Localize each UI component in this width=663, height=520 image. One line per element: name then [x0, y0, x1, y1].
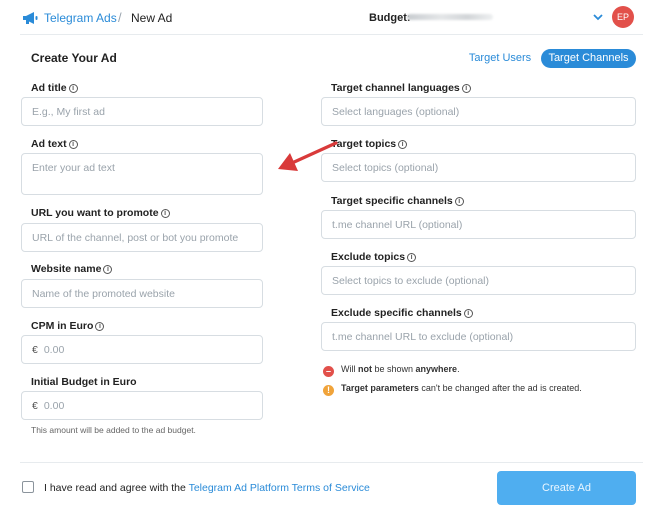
specific-channels-label: Target specific channels i [331, 195, 464, 207]
params-warning-note: ! Target parameters can't be changed afte… [323, 383, 582, 396]
cpm-input[interactable]: €0.00 [21, 335, 263, 364]
exclude-topics-label-text: Exclude topics [331, 251, 406, 263]
url-label: URL you want to promote i [31, 207, 170, 219]
chevron-down-icon[interactable] [592, 12, 604, 22]
terms-checkbox[interactable] [22, 481, 34, 493]
info-icon: i [454, 197, 464, 206]
ad-title-input[interactable]: E.g., My first ad [21, 97, 263, 126]
breadcrumb-current: New Ad [131, 11, 173, 25]
languages-select[interactable]: Select languages (optional) [321, 97, 636, 126]
info-icon: i [68, 84, 78, 93]
website-name-input[interactable]: Name of the promoted website [21, 279, 263, 308]
note-bold: not [358, 364, 372, 374]
terms-agreement: I have read and agree with the Telegram … [44, 482, 370, 494]
header-divider [20, 34, 643, 35]
website-name-label-text: Website name [31, 263, 102, 275]
exclude-channels-input[interactable]: t.me channel URL to exclude (optional) [321, 322, 636, 351]
exclude-channels-label-text: Exclude specific channels [331, 307, 462, 319]
footer-divider [20, 462, 643, 463]
info-icon: i [68, 140, 78, 149]
info-icon: i [398, 140, 408, 149]
specific-channels-input[interactable]: t.me channel URL (optional) [321, 210, 636, 239]
info-icon: i [95, 322, 105, 331]
info-icon: i [463, 309, 473, 318]
brand-link[interactable]: Telegram Ads [44, 11, 117, 25]
create-ad-button[interactable]: Create Ad [497, 471, 636, 505]
note-text: . [457, 364, 460, 374]
ad-text-placeholder: Enter your ad text [32, 162, 115, 174]
initial-budget-input[interactable]: €0.00 [21, 391, 263, 420]
specific-channels-label-text: Target specific channels [331, 195, 453, 207]
url-input[interactable]: URL of the channel, post or bot you prom… [21, 223, 263, 252]
url-placeholder: URL of the channel, post or bot you prom… [32, 232, 239, 244]
ad-title-label-text: Ad title [31, 82, 67, 94]
languages-label-text: Target channel languages [331, 82, 460, 94]
breadcrumb-separator: / [118, 10, 122, 25]
exclude-channels-label: Exclude specific channels i [331, 307, 473, 319]
topics-placeholder: Select topics (optional) [332, 162, 439, 174]
exclude-topics-select[interactable]: Select topics to exclude (optional) [321, 266, 636, 295]
cpm-placeholder: 0.00 [43, 344, 65, 356]
exclude-channels-placeholder: t.me channel URL to exclude (optional) [332, 331, 514, 343]
minus-circle-icon: – [323, 366, 334, 377]
cpm-label-text: CPM in Euro [31, 320, 94, 332]
top-bar: Telegram Ads / New Ad Budget: EP [0, 0, 663, 34]
languages-placeholder: Select languages (optional) [332, 106, 460, 118]
target-users-button[interactable]: Target Users [466, 50, 534, 67]
avatar[interactable]: EP [612, 6, 634, 28]
info-icon: i [103, 265, 113, 274]
annotation-arrow-icon [278, 141, 338, 171]
ad-text-label-text: Ad text [31, 138, 67, 150]
cpm-label: CPM in Euro i [31, 320, 105, 332]
topics-select[interactable]: Select topics (optional) [321, 153, 636, 182]
euro-prefix: € [32, 400, 38, 412]
initial-budget-label: Initial Budget in Euro [31, 376, 137, 388]
euro-prefix: € [32, 344, 38, 356]
note-bold: Target parameters [341, 383, 419, 393]
info-icon: i [407, 253, 417, 262]
topics-label: Target topics i [331, 138, 408, 150]
note-text: Will [341, 364, 358, 374]
languages-label: Target channel languages i [331, 82, 471, 94]
note-text: be shown [372, 364, 416, 374]
target-channels-button[interactable]: Target Channels [541, 49, 636, 68]
info-icon: i [160, 209, 170, 218]
website-name-placeholder: Name of the promoted website [32, 288, 175, 300]
ad-title-label: Ad title i [31, 82, 78, 94]
exclude-topics-placeholder: Select topics to exclude (optional) [332, 275, 490, 287]
website-name-label: Website name i [31, 263, 113, 275]
ad-text-textarea[interactable]: Enter your ad text [21, 153, 263, 195]
ad-title-placeholder: E.g., My first ad [32, 106, 105, 118]
ad-text-label: Ad text i [31, 138, 78, 150]
budget-hint: This amount will be added to the ad budg… [31, 425, 196, 435]
megaphone-icon [23, 12, 38, 24]
budget-label: Budget: [369, 12, 411, 24]
info-icon: i [461, 84, 471, 93]
url-label-text: URL you want to promote [31, 207, 159, 219]
agree-text: I have read and agree with the [44, 482, 189, 494]
note-bold: anywhere [415, 364, 458, 374]
initial-budget-placeholder: 0.00 [43, 400, 65, 412]
terms-link[interactable]: Telegram Ad Platform Terms of Service [189, 482, 370, 494]
topics-label-text: Target topics [331, 138, 397, 150]
not-shown-note: – Will not be shown anywhere. [323, 364, 460, 377]
note-text: can't be changed after the ad is created… [418, 383, 582, 393]
budget-value-redacted [407, 14, 493, 20]
warning-icon: ! [323, 385, 334, 396]
page-title: Create Your Ad [31, 51, 117, 65]
exclude-topics-label: Exclude topics i [331, 251, 417, 263]
initial-budget-label-text: Initial Budget in Euro [31, 376, 137, 388]
specific-channels-placeholder: t.me channel URL (optional) [332, 219, 463, 231]
